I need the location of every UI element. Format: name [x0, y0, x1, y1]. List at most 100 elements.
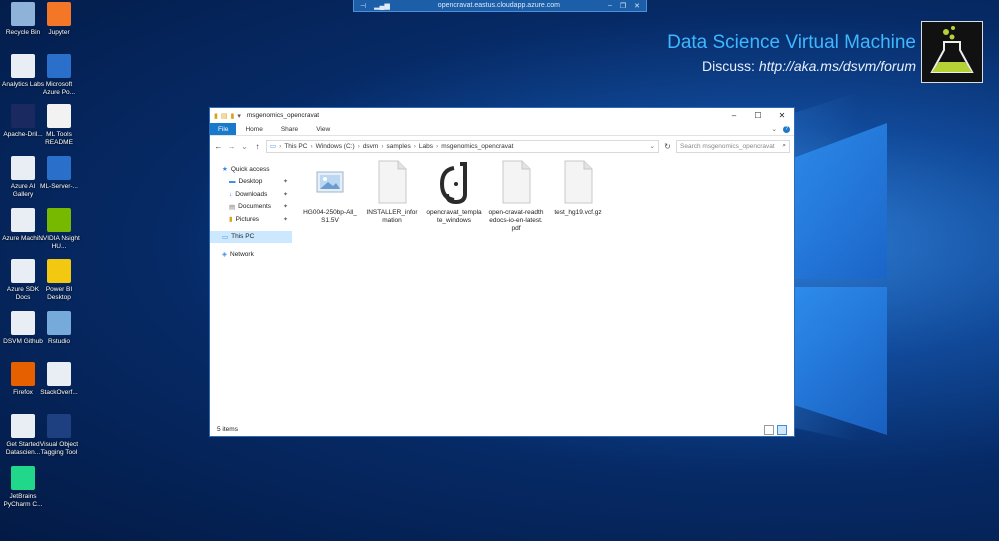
navigation-pane: ★ Quick access ▬ Desktop ✦ ↓ Downloads ✦…	[210, 157, 292, 423]
restore-icon[interactable]: ❐	[620, 2, 626, 10]
file-item[interactable]: open-cravat-readthedocs-io-en-latest.pdf	[488, 160, 544, 233]
nav-pictures[interactable]: ▮ Pictures ✦	[210, 213, 292, 226]
close-button[interactable]: ✕	[770, 111, 794, 120]
properties-icon[interactable]: ▤	[221, 112, 228, 120]
powershell-icon	[47, 54, 71, 78]
expand-ribbon-icon[interactable]: ⌄	[772, 125, 777, 133]
blank-file-icon	[378, 160, 407, 204]
window-title: msgenomics_opencravat	[246, 112, 320, 119]
maximize-button[interactable]: ☐	[746, 111, 770, 120]
back-arrow-icon[interactable]: ←	[214, 142, 223, 151]
desktop-icon[interactable]: JetBrains PyCharm C...	[1, 466, 45, 509]
desktop-icon[interactable]: NVIDIA Nsight HU...	[37, 208, 81, 251]
power-bi-icon	[47, 259, 71, 283]
azure-sdk-docs-icon	[11, 259, 35, 283]
customize-arrow-icon[interactable]: ▾	[237, 112, 241, 120]
tab-view[interactable]: View	[307, 123, 339, 135]
nav-documents-label: Documents	[238, 203, 272, 211]
file-name: HG004-250bp-All_S1.5V	[303, 209, 357, 224]
desktop-icon-label: Jupyter	[48, 29, 70, 36]
ribbon-tabs: File Home Share View ⌄ ?	[210, 123, 794, 136]
remote-host-label: opencravat.eastus.cloudapp.azure.com	[437, 2, 560, 9]
rstudio-icon	[47, 311, 71, 335]
desktop-icon[interactable]: Jupyter	[37, 2, 81, 37]
computer-icon: ▭	[222, 233, 229, 241]
breadcrumb-windows-c[interactable]: Windows (C:)	[316, 143, 355, 150]
help-icon[interactable]: ?	[783, 125, 790, 133]
nav-desktop[interactable]: ▬ Desktop ✦	[210, 176, 292, 189]
details-view-icon[interactable]	[764, 424, 774, 435]
desktop-icon[interactable]: StackOverf...	[37, 362, 81, 397]
tab-share[interactable]: Share	[272, 123, 307, 135]
address-bar[interactable]: ▭ › This PC › Windows (C:) › dsvm › samples…	[266, 139, 659, 153]
minimize-button[interactable]: –	[722, 111, 746, 120]
breadcrumb-labs[interactable]: Labs	[419, 143, 433, 150]
file-name: open-cravat-readthedocs-io-en-latest.pdf	[488, 209, 544, 232]
forward-arrow-icon[interactable]: →	[227, 142, 236, 151]
desktop-icon[interactable]: Microsoft Azure Po...	[37, 54, 81, 97]
pin-icon[interactable]: ✦	[283, 203, 288, 210]
recycle-bin-icon	[11, 2, 35, 26]
pin-icon[interactable]: ⊣	[360, 2, 366, 10]
pin-icon[interactable]: ✦	[283, 191, 288, 198]
stackoverflow-icon	[47, 362, 71, 386]
nav-network[interactable]: ◈ Network	[210, 248, 292, 261]
pin-icon[interactable]: ✦	[283, 178, 288, 185]
branding-discuss-url: http://aka.ms/dsvm/forum	[758, 58, 916, 74]
nav-downloads[interactable]: ↓ Downloads ✦	[210, 188, 292, 201]
remote-desktop-bar[interactable]: ⊣ ▂▄▆ opencravat.eastus.cloudapp.azure.co…	[353, 0, 647, 12]
desktop-icon-label: Microsoft Azure Po...	[42, 81, 76, 96]
desktop-icon-label: NVIDIA Nsight HU...	[38, 235, 80, 250]
branding-discuss-label: Discuss:	[702, 58, 755, 74]
breadcrumb-this-pc[interactable]: This PC	[284, 143, 307, 150]
nav-this-pc[interactable]: ▭ This PC	[210, 230, 292, 243]
pdf-file-icon	[502, 160, 531, 204]
desktop-icon[interactable]: ML Tools README	[37, 104, 81, 147]
large-icons-view-icon[interactable]	[777, 424, 787, 435]
tab-home[interactable]: Home	[236, 123, 271, 135]
search-input[interactable]: Search msgenomics_opencravat ⌕	[676, 139, 790, 153]
desktop-icon[interactable]: Visual Object Tagging Tool	[37, 414, 81, 457]
new-folder-icon[interactable]: ▮	[230, 112, 234, 120]
analytics-labs-icon	[11, 54, 35, 78]
image-file-icon	[316, 171, 344, 193]
desktop-icon[interactable]: Power BI Desktop	[37, 259, 81, 302]
desktop-icon[interactable]: Rstudio	[37, 311, 81, 346]
file-explorer-window[interactable]: ▮ ▤ ▮ ▾ msgenomics_opencravat – ☐ ✕ File…	[209, 107, 795, 437]
close-icon[interactable]: ✕	[634, 2, 640, 10]
address-dropdown-icon[interactable]: ⌄	[650, 142, 655, 150]
get-started-icon	[11, 414, 35, 438]
file-name: INSTALLER_information	[366, 209, 418, 224]
dsvm-logo	[921, 21, 983, 83]
file-list[interactable]: HG004-250bp-All_S1.5V INSTALLER_informat…	[292, 157, 794, 423]
search-placeholder: Search msgenomics_opencravat	[680, 142, 775, 150]
dsvm-github-icon	[11, 311, 35, 335]
folder-icon: ▮	[214, 112, 218, 120]
minimize-icon[interactable]: –	[608, 2, 612, 10]
breadcrumb-dsvm[interactable]: dsvm	[363, 143, 379, 150]
breadcrumb-samples[interactable]: samples	[387, 143, 411, 150]
opencravat-logo-icon	[439, 162, 467, 205]
azure-machine-learning-icon	[11, 208, 35, 232]
up-arrow-icon[interactable]: ↑	[253, 142, 262, 151]
refresh-icon[interactable]: ↻	[663, 142, 672, 151]
file-item[interactable]: INSTALLER_information	[364, 160, 420, 225]
nav-pictures-label: Pictures	[235, 215, 260, 223]
nav-quick-access[interactable]: ★ Quick access	[210, 163, 292, 176]
nav-quick-access-label: Quick access	[230, 165, 270, 173]
file-item[interactable]: test_hg19.vcf.gz	[550, 160, 606, 217]
breadcrumb-msgenomics-opencravat[interactable]: msgenomics_opencravat	[441, 143, 513, 150]
desktop-icon[interactable]: ML-Server-...	[37, 156, 81, 191]
recent-locations-icon[interactable]: ⌄	[240, 142, 249, 151]
network-icon: ◈	[222, 251, 227, 259]
apache-drill-icon	[11, 104, 35, 128]
tab-file[interactable]: File	[210, 123, 237, 135]
pin-icon[interactable]: ✦	[283, 216, 288, 223]
file-item[interactable]: HG004-250bp-All_S1.5V	[302, 160, 358, 225]
star-icon: ★	[222, 166, 228, 174]
file-item[interactable]: opencravat_template_windows	[426, 160, 482, 225]
documents-icon: ▤	[229, 203, 236, 211]
nav-this-pc-label: This PC	[231, 233, 255, 241]
title-bar[interactable]: ▮ ▤ ▮ ▾ msgenomics_opencravat – ☐ ✕	[210, 108, 794, 123]
nav-documents[interactable]: ▤ Documents ✦	[210, 201, 292, 214]
